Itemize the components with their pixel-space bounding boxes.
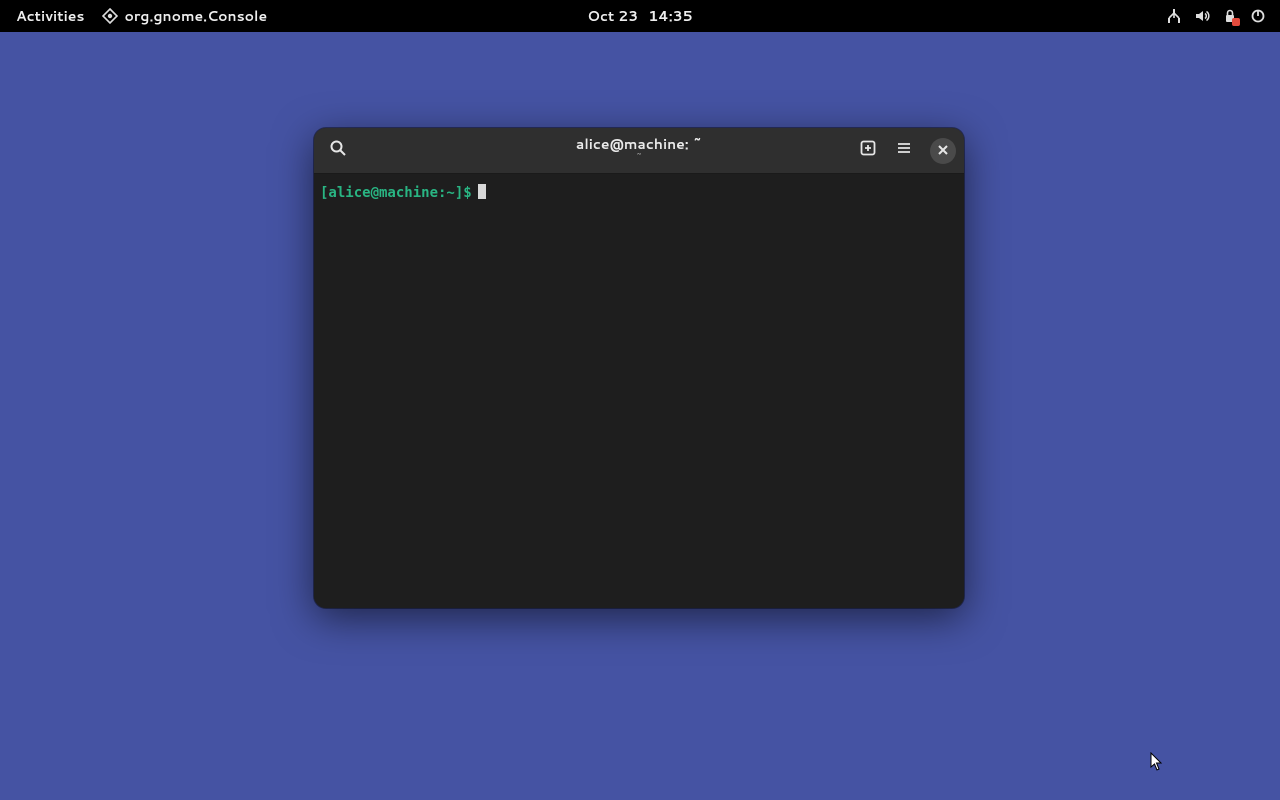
topbar-left: Activities org.gnome.Console: [0, 6, 267, 26]
close-icon: [937, 139, 949, 162]
focused-app-indicator[interactable]: org.gnome.Console: [102, 6, 267, 26]
mouse-pointer: [1150, 752, 1164, 772]
terminal-area[interactable]: [alice@machine:~]$: [314, 174, 964, 608]
power-icon: [1250, 8, 1266, 24]
system-tray[interactable]: [1166, 8, 1280, 24]
clock-date: Oct 23: [587, 6, 638, 26]
window-title: alice@machine: ~ ~: [576, 137, 702, 164]
search-icon: [329, 139, 347, 163]
close-button[interactable]: [930, 138, 956, 164]
console-window: alice@machine: ~ ~: [314, 128, 964, 608]
window-titlebar[interactable]: alice@machine: ~ ~: [314, 128, 964, 174]
focused-app-name: org.gnome.Console: [124, 6, 267, 26]
hamburger-icon: [895, 139, 913, 163]
volume-icon: [1194, 8, 1210, 24]
lock-alert-badge: [1232, 18, 1240, 26]
clock-time: 14:35: [648, 6, 693, 26]
network-icon: [1166, 8, 1182, 24]
shell-prompt: [alice@machine:~]$: [320, 185, 472, 201]
clock[interactable]: Oct 23 14:35: [587, 6, 692, 26]
titlebar-right: [852, 135, 956, 167]
terminal-cursor: [478, 184, 486, 199]
lock-icon: [1222, 8, 1238, 24]
menu-button[interactable]: [888, 135, 920, 167]
window-title-sub: ~: [576, 153, 702, 164]
window-title-main: alice@machine: ~: [576, 137, 702, 152]
new-tab-icon: [859, 139, 877, 163]
activities-button[interactable]: Activities: [16, 6, 84, 26]
desktop[interactable]: alice@machine: ~ ~: [0, 32, 1280, 800]
console-app-icon: [102, 8, 118, 24]
search-button[interactable]: [322, 135, 354, 167]
new-tab-button[interactable]: [852, 135, 884, 167]
gnome-topbar: Activities org.gnome.Console Oct 23 14:3…: [0, 0, 1280, 32]
